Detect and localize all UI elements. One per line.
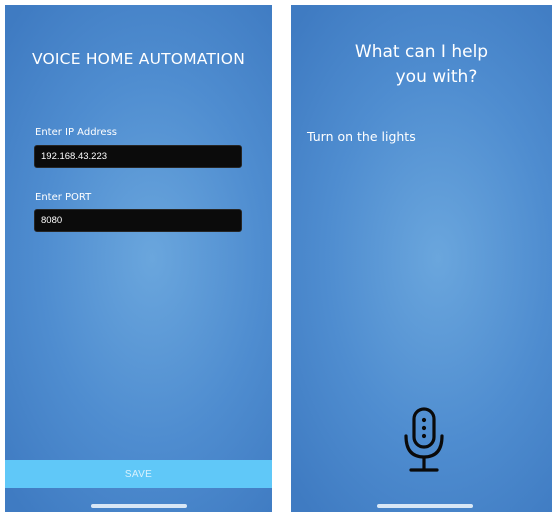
- microphone-icon: [404, 407, 444, 472]
- port-input[interactable]: [34, 209, 242, 232]
- prompt-line-2: you with?: [395, 67, 478, 87]
- prompt-heading: What can I help you with?: [291, 40, 552, 90]
- speech-transcript: Turn on the lights: [307, 129, 416, 144]
- ip-address-label: Enter IP Address: [35, 127, 118, 138]
- microphone-button[interactable]: [401, 405, 447, 479]
- save-button[interactable]: SAVE: [5, 460, 272, 488]
- app-title: VOICE HOME AUTOMATION: [31, 50, 246, 68]
- home-indicator[interactable]: [376, 504, 473, 508]
- prompt-line-1: What can I help: [354, 42, 489, 62]
- setup-screen: VOICE HOME AUTOMATION Enter IP Address E…: [5, 5, 272, 512]
- assistant-screen: What can I help you with? Turn on the li…: [291, 5, 552, 512]
- port-label: Enter PORT: [35, 192, 92, 203]
- home-indicator[interactable]: [90, 504, 187, 508]
- ip-address-input[interactable]: [34, 145, 242, 168]
